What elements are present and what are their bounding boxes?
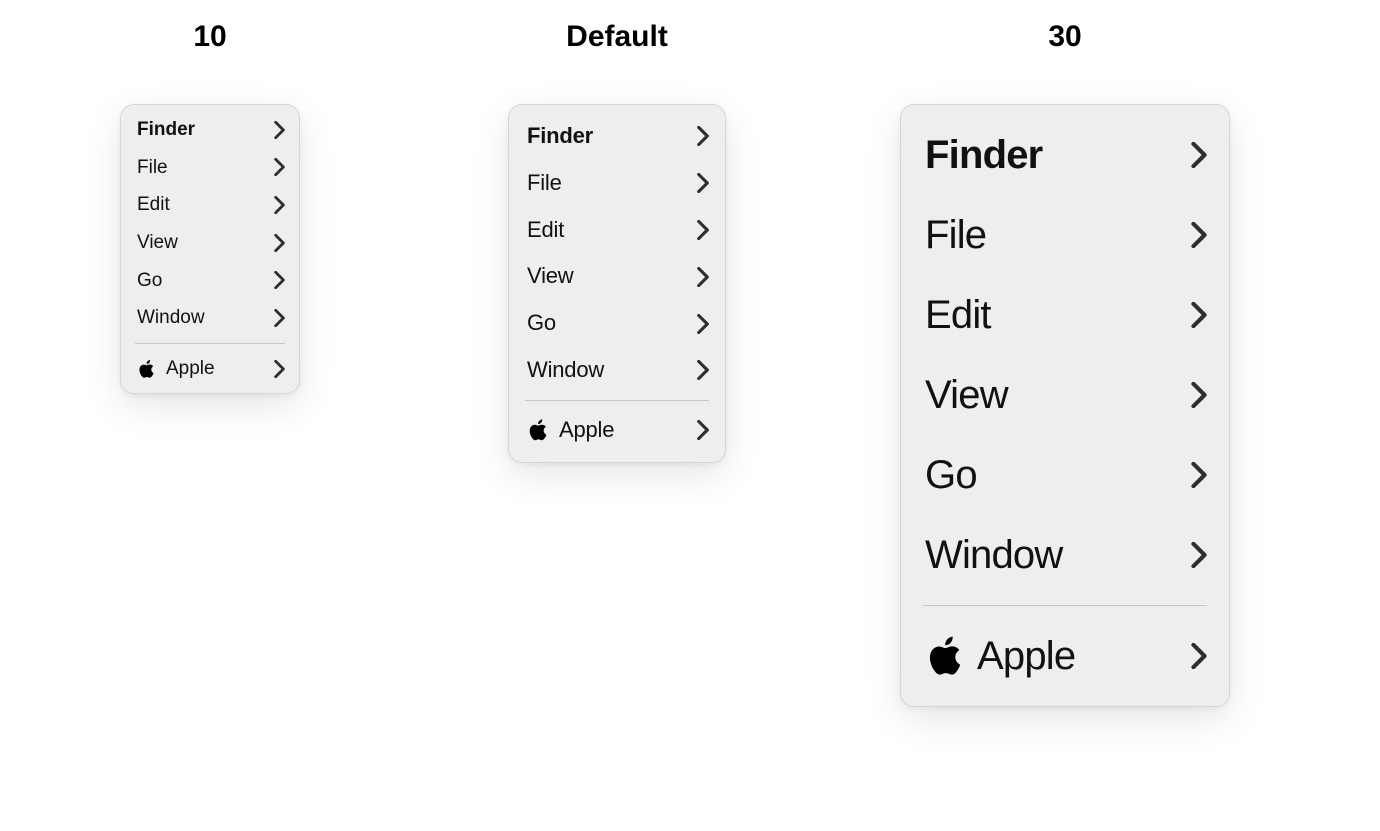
menu-item-apple[interactable]: Apple xyxy=(509,407,725,454)
chevron-right-icon xyxy=(1191,302,1207,328)
chevron-right-icon xyxy=(697,126,709,146)
chevron-right-icon xyxy=(697,314,709,334)
menu-item-window[interactable]: Window xyxy=(121,299,299,337)
menu-item-label: File xyxy=(925,209,986,261)
menu-item-label: Finder xyxy=(527,121,593,152)
menu-separator xyxy=(923,605,1207,606)
menu-panel: Finder File Edit View Go Window xyxy=(900,104,1230,707)
menu-item-window[interactable]: Window xyxy=(901,515,1229,595)
menu-item-edit[interactable]: Edit xyxy=(121,186,299,224)
chevron-right-icon xyxy=(1191,542,1207,568)
menu-item-go[interactable]: Go xyxy=(121,262,299,300)
menu-item-go[interactable]: Go xyxy=(901,435,1229,515)
menu-item-label: Window xyxy=(137,305,205,331)
chevron-right-icon xyxy=(274,158,285,176)
chevron-right-icon xyxy=(274,196,285,214)
menu-item-apple[interactable]: Apple xyxy=(121,350,299,388)
chevron-right-icon xyxy=(1191,142,1207,168)
menu-item-file[interactable]: File xyxy=(121,149,299,187)
menu-item-finder[interactable]: Finder xyxy=(509,113,725,160)
chevron-right-icon xyxy=(274,271,285,289)
chevron-right-icon xyxy=(274,360,285,378)
chevron-right-icon xyxy=(274,121,285,139)
menu-item-file[interactable]: File xyxy=(901,195,1229,275)
menu-item-finder[interactable]: Finder xyxy=(901,115,1229,195)
menu-item-label: Go xyxy=(137,268,162,294)
menu-item-label: Window xyxy=(527,355,604,386)
chevron-right-icon xyxy=(697,220,709,240)
menu-item-finder[interactable]: Finder xyxy=(121,111,299,149)
menu-item-label: Edit xyxy=(527,215,564,246)
chevron-right-icon xyxy=(1191,462,1207,488)
apple-icon xyxy=(527,417,549,443)
chevron-right-icon xyxy=(697,173,709,193)
menu-item-label: File xyxy=(527,168,562,199)
menu-panel: Finder File Edit View Go Window xyxy=(120,104,300,394)
panel-30: 30 Finder File Edit View Go Window xyxy=(900,22,1230,707)
menu-item-label: View xyxy=(925,369,1008,421)
menu-item-label: Edit xyxy=(137,192,170,218)
menu-item-label: Go xyxy=(925,449,977,501)
menu-panel: Finder File Edit View Go Window xyxy=(508,104,726,463)
menu-item-view[interactable]: View xyxy=(121,224,299,262)
chevron-right-icon xyxy=(274,309,285,327)
menu-item-label: Apple xyxy=(166,356,215,382)
menu-item-label: Window xyxy=(925,529,1062,581)
chevron-right-icon xyxy=(697,420,709,440)
menu-item-label: View xyxy=(527,261,574,292)
menu-item-edit[interactable]: Edit xyxy=(901,275,1229,355)
panel-heading: Default xyxy=(566,22,668,52)
chevron-right-icon xyxy=(274,234,285,252)
menu-separator xyxy=(525,400,709,401)
chevron-right-icon xyxy=(1191,643,1207,669)
panel-heading: 10 xyxy=(193,22,226,52)
menu-item-label: Apple xyxy=(977,630,1075,682)
menu-item-file[interactable]: File xyxy=(509,160,725,207)
menu-separator xyxy=(135,343,285,344)
chevron-right-icon xyxy=(1191,222,1207,248)
panel-10: 10 Finder File Edit View Go Window xyxy=(120,22,300,394)
menu-item-go[interactable]: Go xyxy=(509,300,725,347)
panel-default: Default Finder File Edit View Go Window xyxy=(508,22,726,463)
menu-item-view[interactable]: View xyxy=(901,355,1229,435)
chevron-right-icon xyxy=(697,360,709,380)
menu-item-label: Go xyxy=(527,308,556,339)
menu-item-apple[interactable]: Apple xyxy=(901,616,1229,696)
menu-item-edit[interactable]: Edit xyxy=(509,207,725,254)
apple-icon xyxy=(925,632,965,680)
menu-item-label: Edit xyxy=(925,289,991,341)
menu-item-label: View xyxy=(137,230,178,256)
chevron-right-icon xyxy=(697,267,709,287)
menu-item-label: Apple xyxy=(559,415,614,446)
panel-heading: 30 xyxy=(1048,22,1081,52)
menu-item-label: Finder xyxy=(925,129,1042,181)
menu-item-label: File xyxy=(137,155,168,181)
menu-item-window[interactable]: Window xyxy=(509,347,725,394)
menu-item-view[interactable]: View xyxy=(509,253,725,300)
apple-icon xyxy=(137,358,156,380)
chevron-right-icon xyxy=(1191,382,1207,408)
menu-item-label: Finder xyxy=(137,117,195,143)
